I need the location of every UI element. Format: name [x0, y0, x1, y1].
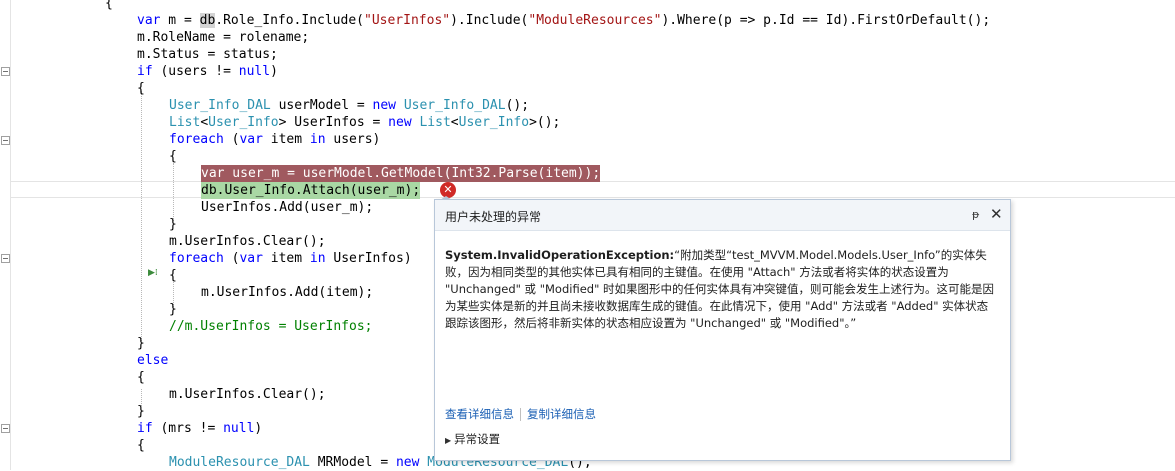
code-line: { — [137, 370, 145, 385]
current-line-frame — [10, 181, 1175, 198]
code-line: if (users != null) — [137, 64, 278, 79]
collapse-toggle[interactable] — [1, 424, 10, 433]
code-line: } — [169, 302, 177, 317]
code-line: { — [169, 268, 177, 283]
code-line: var m = db.Role_Info.Include("UserInfos"… — [137, 13, 991, 28]
close-icon[interactable]: ✕ — [990, 205, 1003, 223]
indent-guide — [141, 91, 142, 341]
code-comment: //m.UserInfos = UserInfos; — [169, 319, 373, 334]
exception-helper-popup: 用户未处理的异常 ᵽ ✕ System.InvalidOperationExce… — [434, 199, 1011, 461]
code-line: m.UserInfos.Clear(); — [169, 234, 326, 249]
link-divider — [520, 408, 521, 421]
popup-links: 查看详细信息 复制详细信息 — [445, 406, 596, 422]
code-line: else — [137, 353, 169, 368]
code-line: if (mrs != null) — [137, 421, 263, 436]
code-line: foreach (var item in UserInfos) — [169, 251, 412, 266]
code-line: List<User_Info> UserInfos = new List<Use… — [169, 115, 561, 130]
view-details-link[interactable]: 查看详细信息 — [445, 407, 514, 421]
collapse-toggle[interactable] — [1, 67, 10, 76]
code-line: m.Status = status; — [137, 47, 278, 62]
collapse-toggle[interactable] — [1, 254, 10, 263]
current-statement-highlight: db.User_Info.Attach(user_m); — [201, 182, 421, 199]
expand-triangle-icon: ▶ — [445, 436, 452, 445]
code-line: m.RoleName = rolename; — [137, 30, 310, 45]
copy-details-link[interactable]: 复制详细信息 — [527, 407, 596, 421]
code-line: { — [105, 0, 113, 11]
popup-header: 用户未处理的异常 ᵽ ✕ — [435, 200, 1010, 231]
exception-type: System.InvalidOperationException: — [445, 248, 675, 262]
exception-settings-expander[interactable]: ▶ 异常设置 — [445, 431, 500, 447]
code-line: m.UserInfos.Add(item); — [201, 285, 374, 300]
exception-settings-label: 异常设置 — [454, 432, 501, 446]
code-line: } — [137, 404, 145, 419]
code-line: User_Info_DAL userModel = new User_Info_… — [169, 98, 530, 113]
code-line: { — [169, 149, 177, 164]
exception-message: System.InvalidOperationException:“附加类型“t… — [445, 247, 997, 332]
db-reference-highlight: db — [199, 13, 216, 28]
error-line-highlight: var user_m = userModel.GetModel(Int32.Pa… — [201, 165, 601, 182]
popup-title: 用户未处理的异常 — [445, 210, 542, 224]
code-line: { — [137, 81, 145, 96]
code-line: } — [169, 217, 177, 232]
code-line: } — [137, 336, 145, 351]
collapse-toggle[interactable] — [1, 136, 10, 145]
code-line: foreach (var item in users) — [169, 132, 381, 147]
code-line: { — [137, 438, 145, 453]
step-into-arrow-icon[interactable]: ▶⁞ — [148, 268, 158, 278]
code-line: m.UserInfos.Clear(); — [169, 387, 326, 402]
pin-icon[interactable]: ᵽ — [972, 208, 979, 221]
code-line: UserInfos.Add(user_m); — [201, 200, 374, 215]
